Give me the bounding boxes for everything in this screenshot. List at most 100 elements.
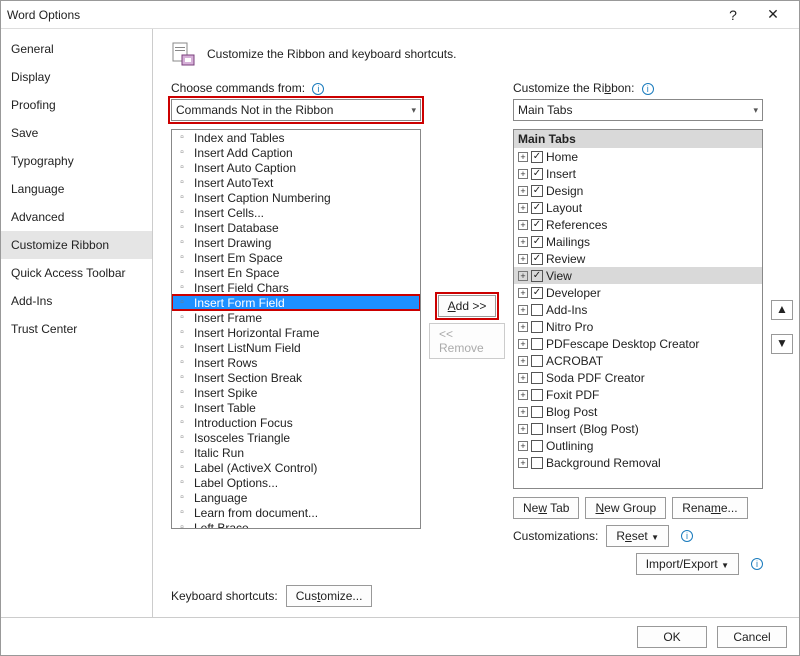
tree-item-background-removal[interactable]: +Background Removal — [514, 454, 762, 471]
command-item[interactable]: ▫Insert Add Caption — [172, 145, 420, 160]
command-item[interactable]: ▫Index and Tables — [172, 130, 420, 145]
rename-button[interactable]: Rename... — [672, 497, 747, 519]
command-item[interactable]: ▫Insert Section Break — [172, 370, 420, 385]
info-icon[interactable]: i — [751, 558, 763, 570]
sidebar-item-advanced[interactable]: Advanced — [1, 203, 152, 231]
command-item[interactable]: ▫Insert Frame — [172, 310, 420, 325]
sidebar-item-display[interactable]: Display — [1, 63, 152, 91]
sidebar-item-save[interactable]: Save — [1, 119, 152, 147]
customize-shortcuts-button[interactable]: Customize... — [286, 585, 373, 607]
command-item[interactable]: ▫Insert Table — [172, 400, 420, 415]
tree-item-mailings[interactable]: +✓Mailings — [514, 233, 762, 250]
command-item[interactable]: ▫Insert AutoText — [172, 175, 420, 190]
command-item[interactable]: ▫Left Brace — [172, 520, 420, 529]
checkbox[interactable]: ✓ — [531, 253, 543, 265]
tree-item-view[interactable]: +✓View — [514, 267, 762, 284]
expander-icon[interactable]: + — [518, 220, 528, 230]
tabs-tree[interactable]: Main Tabs+✓Home+✓Insert+✓Design+✓Layout+… — [513, 129, 763, 489]
sidebar-item-quick-access-toolbar[interactable]: Quick Access Toolbar — [1, 259, 152, 287]
tree-item-insert[interactable]: +✓Insert — [514, 165, 762, 182]
checkbox[interactable] — [531, 389, 543, 401]
command-item[interactable]: ▫Insert Auto Caption — [172, 160, 420, 175]
checkbox[interactable]: ✓ — [531, 168, 543, 180]
command-item[interactable]: ▫Insert Database — [172, 220, 420, 235]
checkbox[interactable] — [531, 321, 543, 333]
sidebar-item-add-ins[interactable]: Add-Ins — [1, 287, 152, 315]
tree-item-add-ins[interactable]: +Add-Ins — [514, 301, 762, 318]
expander-icon[interactable]: + — [518, 373, 528, 383]
command-item[interactable]: ▫Italic Run — [172, 445, 420, 460]
sidebar-item-typography[interactable]: Typography — [1, 147, 152, 175]
tree-item-home[interactable]: +✓Home — [514, 148, 762, 165]
checkbox[interactable]: ✓ — [531, 287, 543, 299]
ok-button[interactable]: OK — [637, 626, 707, 648]
expander-icon[interactable]: + — [518, 288, 528, 298]
command-item[interactable]: ▫Insert Spike — [172, 385, 420, 400]
checkbox[interactable] — [531, 338, 543, 350]
expander-icon[interactable]: + — [518, 356, 528, 366]
tree-item-references[interactable]: +✓References — [514, 216, 762, 233]
command-item[interactable]: ▫Insert En Space — [172, 265, 420, 280]
sidebar-item-customize-ribbon[interactable]: Customize Ribbon — [1, 231, 152, 259]
command-item[interactable]: ▫Introduction Focus — [172, 415, 420, 430]
checkbox[interactable]: ✓ — [531, 185, 543, 197]
customize-ribbon-dropdown[interactable]: Main Tabs ▾ — [513, 99, 763, 121]
command-item[interactable]: ▫Insert Drawing — [172, 235, 420, 250]
add-button[interactable]: Add >> — [438, 295, 497, 317]
tree-item-blog-post[interactable]: +Blog Post — [514, 403, 762, 420]
expander-icon[interactable]: + — [518, 169, 528, 179]
tree-item-developer[interactable]: +✓Developer — [514, 284, 762, 301]
move-down-button[interactable]: ▼ — [771, 334, 793, 354]
expander-icon[interactable]: + — [518, 186, 528, 196]
close-button[interactable]: ✕ — [753, 6, 793, 23]
checkbox[interactable]: ✓ — [531, 151, 543, 163]
command-item[interactable]: ▫Insert Horizontal Frame — [172, 325, 420, 340]
info-icon[interactable]: i — [681, 530, 693, 542]
checkbox[interactable] — [531, 423, 543, 435]
expander-icon[interactable]: + — [518, 424, 528, 434]
checkbox[interactable] — [531, 457, 543, 469]
tree-item-soda-pdf-creator[interactable]: +Soda PDF Creator — [514, 369, 762, 386]
sidebar-item-proofing[interactable]: Proofing — [1, 91, 152, 119]
expander-icon[interactable]: + — [518, 390, 528, 400]
checkbox[interactable]: ✓ — [531, 202, 543, 214]
checkbox[interactable] — [531, 304, 543, 316]
expander-icon[interactable]: + — [518, 339, 528, 349]
sidebar-item-general[interactable]: General — [1, 35, 152, 63]
move-up-button[interactable]: ▲ — [771, 300, 793, 320]
sidebar-item-language[interactable]: Language — [1, 175, 152, 203]
checkbox[interactable]: ✓ — [531, 236, 543, 248]
expander-icon[interactable]: + — [518, 271, 528, 281]
tree-item-insert-blog-post-[interactable]: +Insert (Blog Post) — [514, 420, 762, 437]
command-item[interactable]: ▫Label Options... — [172, 475, 420, 490]
reset-button[interactable]: Reset ▼ — [606, 525, 669, 547]
expander-icon[interactable]: + — [518, 237, 528, 247]
checkbox[interactable] — [531, 355, 543, 367]
command-item[interactable]: ▫Insert Field Chars — [172, 280, 420, 295]
command-item[interactable]: ▫Learn from document... — [172, 505, 420, 520]
expander-icon[interactable]: + — [518, 407, 528, 417]
checkbox[interactable] — [531, 406, 543, 418]
info-icon[interactable]: i — [642, 83, 654, 95]
tree-item-review[interactable]: +✓Review — [514, 250, 762, 267]
tree-item-layout[interactable]: +✓Layout — [514, 199, 762, 216]
command-item[interactable]: ▫Insert Caption Numbering — [172, 190, 420, 205]
command-item[interactable]: ▫Insert Form Field — [172, 295, 420, 310]
checkbox[interactable] — [531, 440, 543, 452]
new-group-button[interactable]: New Group — [585, 497, 666, 519]
info-icon[interactable]: i — [312, 83, 324, 95]
help-button[interactable]: ? — [713, 7, 753, 23]
expander-icon[interactable]: + — [518, 322, 528, 332]
command-item[interactable]: ▫Language — [172, 490, 420, 505]
tree-item-foxit-pdf[interactable]: +Foxit PDF — [514, 386, 762, 403]
checkbox[interactable]: ✓ — [531, 270, 543, 282]
expander-icon[interactable]: + — [518, 203, 528, 213]
expander-icon[interactable]: + — [518, 441, 528, 451]
tree-item-acrobat[interactable]: +ACROBAT — [514, 352, 762, 369]
expander-icon[interactable]: + — [518, 254, 528, 264]
command-item[interactable]: ▫Isosceles Triangle — [172, 430, 420, 445]
sidebar-item-trust-center[interactable]: Trust Center — [1, 315, 152, 343]
cancel-button[interactable]: Cancel — [717, 626, 787, 648]
tree-item-outlining[interactable]: +Outlining — [514, 437, 762, 454]
command-item[interactable]: ▫Insert ListNum Field — [172, 340, 420, 355]
